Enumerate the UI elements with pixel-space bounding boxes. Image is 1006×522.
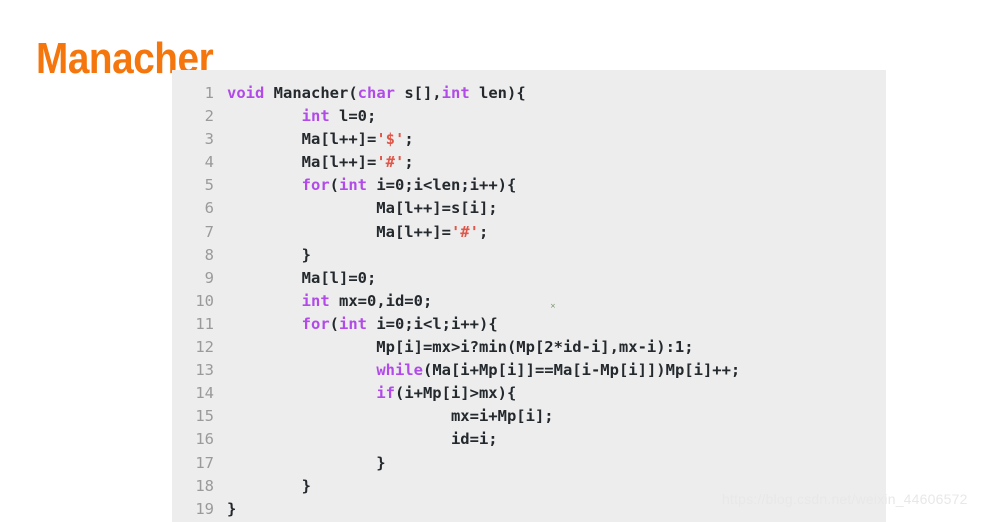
code-token-src: ; xyxy=(478,222,489,241)
code-line: 17 } xyxy=(172,452,886,475)
line-number: 19 xyxy=(195,499,214,518)
code-line: 15 mx=i+Mp[i]; xyxy=(172,405,886,428)
code-line: 10 int mx=0,id=0; xyxy=(172,290,886,313)
code-token-kw: int xyxy=(301,291,330,310)
code-token-src: } xyxy=(227,499,237,518)
code-token-kw: while xyxy=(376,361,423,380)
code-token-src: i=0;i<len;i++){ xyxy=(367,176,517,195)
code-token-src: i=0;i<l;i++){ xyxy=(367,314,498,333)
code-token-src xyxy=(227,384,376,402)
code-token-str: '#' xyxy=(450,222,479,241)
code-line: 3 Ma[l++]='$'; xyxy=(172,128,886,151)
code-line: 9 Ma[l]=0; xyxy=(172,267,886,290)
code-token-src: } xyxy=(227,476,311,495)
code-line: 8 } xyxy=(172,244,886,267)
code-token-src: ( xyxy=(329,176,339,195)
code-token-src xyxy=(227,292,302,310)
code-token-src: (i+Mp[i]>mx){ xyxy=(394,384,517,403)
code-token-kw: int xyxy=(339,176,367,195)
code-token-str: '$' xyxy=(376,130,405,149)
code-token-src: Ma[l++]= xyxy=(227,222,451,241)
code-token-src: mx=i+Mp[i]; xyxy=(227,407,554,426)
code-token-kw: for xyxy=(301,176,330,195)
code-line: 6 Ma[l++]=s[i]; xyxy=(172,197,886,220)
watermark-text: https://blog.csdn.net/weixin_44606572 xyxy=(722,491,968,507)
line-number: 12 xyxy=(195,338,214,357)
code-token-kw: int xyxy=(339,314,367,333)
line-number: 8 xyxy=(204,245,214,264)
code-token-src: ( xyxy=(329,314,339,333)
code-token-src xyxy=(227,315,302,333)
code-token-src: ; xyxy=(404,130,414,149)
code-token-src xyxy=(227,176,302,194)
line-number: 6 xyxy=(204,199,214,218)
code-token-src: (Ma[i+Mp[i]]==Ma[i-Mp[i]])Mp[i]++; xyxy=(422,361,741,380)
code-line: 16 id=i; xyxy=(172,428,886,451)
code-token-src: l=0; xyxy=(329,107,377,126)
line-number: 13 xyxy=(195,361,214,380)
line-number: 1 xyxy=(204,84,214,102)
code-token-src: mx=0,id=0; xyxy=(329,291,433,310)
code-token-kw: int xyxy=(301,107,330,126)
line-number: 15 xyxy=(195,407,214,426)
line-number: 4 xyxy=(204,153,214,172)
code-token-src: Ma[l++]= xyxy=(227,153,377,172)
code-line: 2 int l=0; xyxy=(172,105,886,128)
code-token-kw: void xyxy=(227,84,265,102)
code-line: 12 Mp[i]=mx>i?min(Mp[2*id-i],mx-i):1; xyxy=(172,336,886,359)
code-line: 5 for(int i=0;i<len;i++){ xyxy=(172,174,886,197)
cursor-artifact-icon: × xyxy=(550,302,556,310)
code-token-src xyxy=(227,361,376,379)
code-token-kw: for xyxy=(301,314,330,333)
line-number: 3 xyxy=(204,130,214,149)
line-number: 16 xyxy=(195,430,214,449)
code-token-src: Ma[l]=0; xyxy=(227,268,377,287)
code-line: 11 for(int i=0;i<l;i++){ xyxy=(172,313,886,336)
line-number: 9 xyxy=(204,268,214,287)
code-token-src: id=i; xyxy=(227,430,498,449)
line-number: 5 xyxy=(204,176,214,195)
code-line: 4 Ma[l++]='#'; xyxy=(172,151,886,174)
code-token-kw: char xyxy=(357,84,395,102)
code-token-kw: int xyxy=(441,84,470,102)
code-token-kw: if xyxy=(376,384,395,403)
code-token-src: Mp[i]=mx>i?min(Mp[2*id-i],mx-i):1; xyxy=(227,338,694,357)
code-token-src: ; xyxy=(404,153,414,172)
line-number: 10 xyxy=(195,291,214,310)
line-number: 14 xyxy=(195,384,214,403)
code-block-panel: 1 void Manacher(char s[],int len){2 int l… xyxy=(172,70,886,522)
code-token-src: Manacher( xyxy=(264,84,358,102)
code-token-src: s[], xyxy=(394,84,442,102)
code-token-str: '#' xyxy=(376,153,405,172)
line-number: 2 xyxy=(204,107,214,126)
code-line: 7 Ma[l++]='#'; xyxy=(172,221,886,244)
code-line: 1 void Manacher(char s[],int len){ xyxy=(172,82,886,105)
code-token-src xyxy=(227,107,302,125)
code-token-src: } xyxy=(227,245,311,264)
code-lines-container: 1 void Manacher(char s[],int len){2 int l… xyxy=(172,82,886,521)
line-number: 17 xyxy=(195,453,214,472)
code-token-src: Ma[l++]=s[i]; xyxy=(227,199,498,218)
code-token-src: } xyxy=(227,453,386,472)
line-number: 18 xyxy=(195,476,214,495)
line-number: 7 xyxy=(204,222,214,241)
code-line: 13 while(Ma[i+Mp[i]]==Ma[i-Mp[i]])Mp[i]+… xyxy=(172,359,886,382)
code-token-src: len){ xyxy=(469,84,526,102)
code-line: 14 if(i+Mp[i]>mx){ xyxy=(172,382,886,405)
code-token-src: Ma[l++]= xyxy=(227,130,377,149)
line-number: 11 xyxy=(195,314,214,333)
